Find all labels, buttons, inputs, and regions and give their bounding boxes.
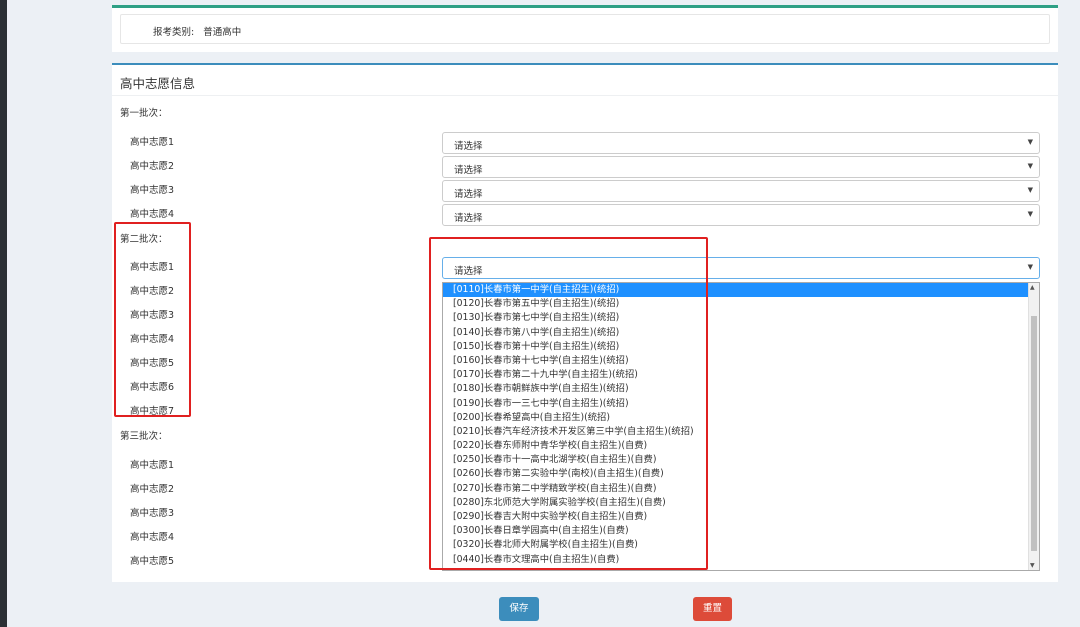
scroll-down-icon[interactable]: ▼ <box>1030 562 1035 569</box>
batch-1-wish-3-label: 高中志愿3 <box>130 185 175 196</box>
batch-3-wish-1-label: 高中志愿1 <box>130 460 175 471</box>
select-value: 请选择 <box>454 189 483 200</box>
highlight-box-dropdown <box>429 237 708 570</box>
batch-3-label: 第三批次： <box>120 431 168 442</box>
chevron-down-icon: ▼ <box>1027 138 1033 146</box>
sidebar-edge <box>0 0 7 627</box>
exam-type-field: 报考类别: 普通高中 <box>153 24 241 38</box>
batch-3-wish-3-label: 高中志愿3 <box>130 508 175 519</box>
batch-1-wish-2-label: 高中志愿2 <box>130 161 175 172</box>
chevron-down-icon: ▼ <box>1027 186 1033 194</box>
batch-3-wish-2-label: 高中志愿2 <box>130 484 175 495</box>
exam-type-row: 报考类别: 普通高中 <box>120 14 1050 44</box>
chevron-down-icon: ▼ <box>1027 210 1033 218</box>
exam-type-value: 普通高中 <box>203 27 242 38</box>
batch-1-label: 第一批次： <box>120 108 168 119</box>
batch-1-wish-3-select[interactable]: 请选择 ▼ <box>442 180 1040 202</box>
batch-1-wish-1-label: 高中志愿1 <box>130 137 175 148</box>
reset-button[interactable]: 重置 <box>693 597 732 621</box>
batch-1-wish-2-select[interactable]: 请选择 ▼ <box>442 156 1040 178</box>
divider <box>112 95 1058 96</box>
save-button[interactable]: 保存 <box>499 597 539 621</box>
batch-3-wish-5-label: 高中志愿5 <box>130 556 175 567</box>
section-title: 高中志愿信息 <box>120 76 196 91</box>
batch-1-wish-4-label: 高中志愿4 <box>130 209 175 220</box>
select-value: 请选择 <box>454 165 483 176</box>
exam-type-panel: 报考类别: 普通高中 <box>112 5 1058 52</box>
dropdown-scrollbar[interactable]: ▲ ▼ <box>1028 283 1039 570</box>
batch-1-wish-4-select[interactable]: 请选择 ▼ <box>442 204 1040 226</box>
scrollbar-thumb[interactable] <box>1031 316 1037 551</box>
scroll-up-icon[interactable]: ▲ <box>1030 284 1035 291</box>
select-value: 请选择 <box>454 141 483 152</box>
select-value: 请选择 <box>454 213 483 224</box>
chevron-down-icon: ▼ <box>1027 263 1033 271</box>
chevron-down-icon: ▼ <box>1027 162 1033 170</box>
batch-1-wish-1-select[interactable]: 请选择 ▼ <box>442 132 1040 154</box>
exam-type-label: 报考类别: <box>153 27 195 38</box>
highlight-box-batch-2-labels <box>114 222 191 417</box>
batch-3-wish-4-label: 高中志愿4 <box>130 532 175 543</box>
